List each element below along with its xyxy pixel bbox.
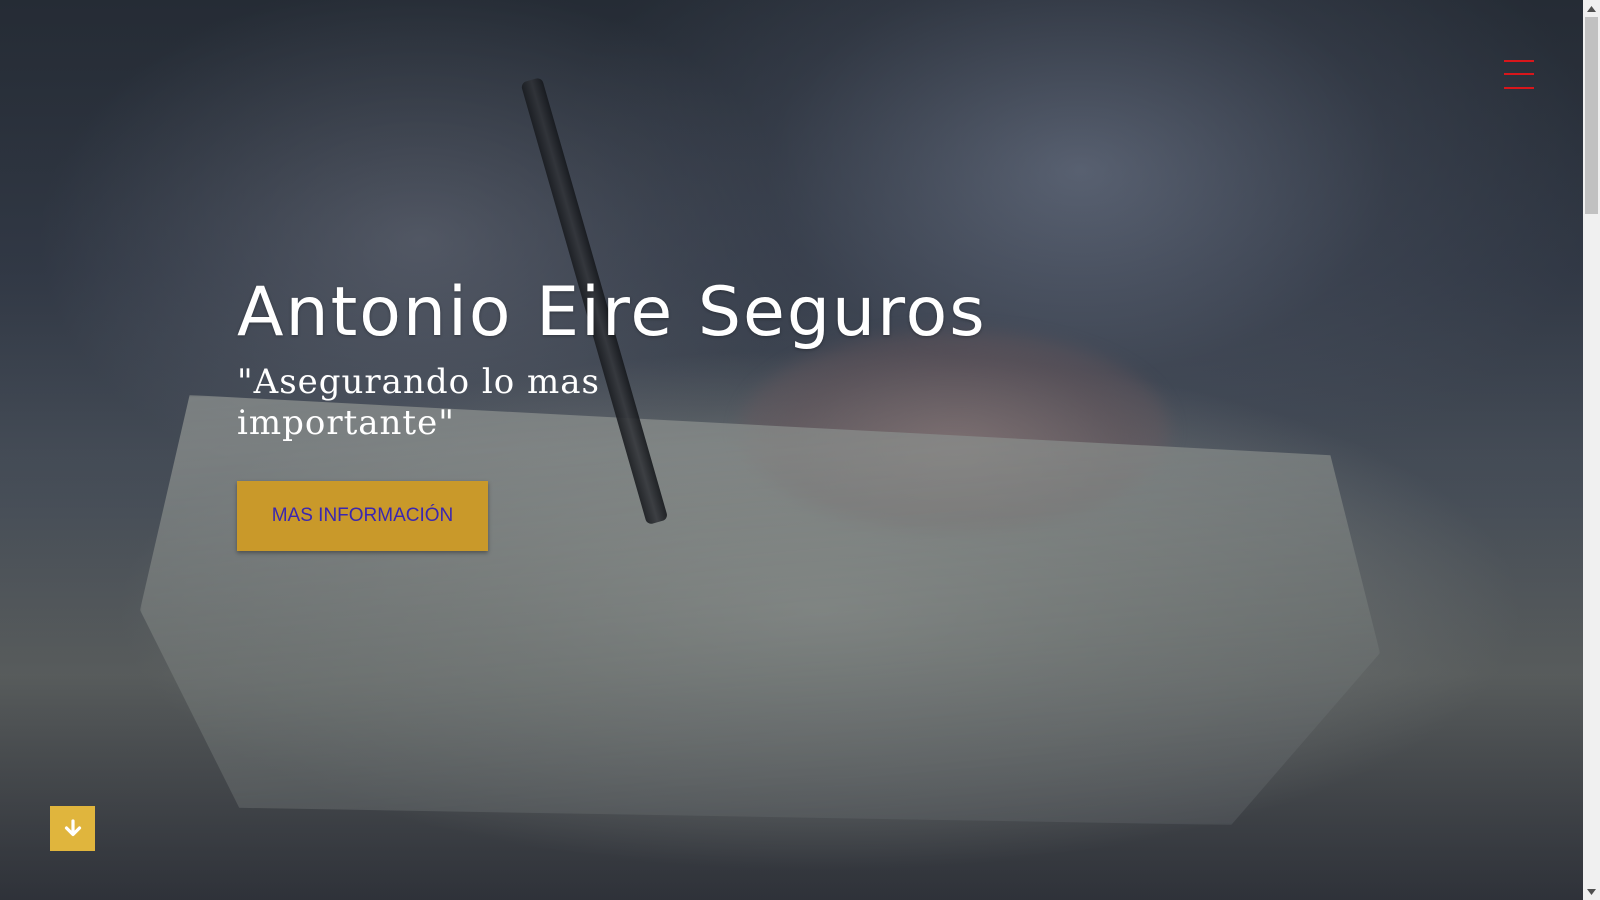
menu-line <box>1504 60 1534 62</box>
menu-line <box>1504 73 1534 75</box>
menu-line <box>1504 87 1534 89</box>
scroll-up-arrow-icon[interactable] <box>1583 0 1600 17</box>
tagline: "Asegurando lo mas importante" <box>237 362 600 443</box>
hero-section: Antonio Eire Seguros "Asegurando lo mas … <box>0 0 1583 900</box>
hero-overlay <box>0 0 1583 900</box>
scroll-down-arrow-icon[interactable] <box>1583 883 1600 900</box>
more-info-button[interactable]: MAS INFORMACIÓN <box>237 481 488 551</box>
scrollbar-thumb[interactable] <box>1585 17 1598 214</box>
vertical-scrollbar[interactable] <box>1583 0 1600 900</box>
hero-text: Antonio Eire Seguros "Asegurando lo mas … <box>237 270 1137 444</box>
hamburger-menu-icon[interactable] <box>1504 60 1534 90</box>
site-title: Antonio Eire Seguros <box>237 273 987 352</box>
scroll-down-button[interactable] <box>50 806 95 851</box>
arrow-down-icon <box>64 818 81 836</box>
